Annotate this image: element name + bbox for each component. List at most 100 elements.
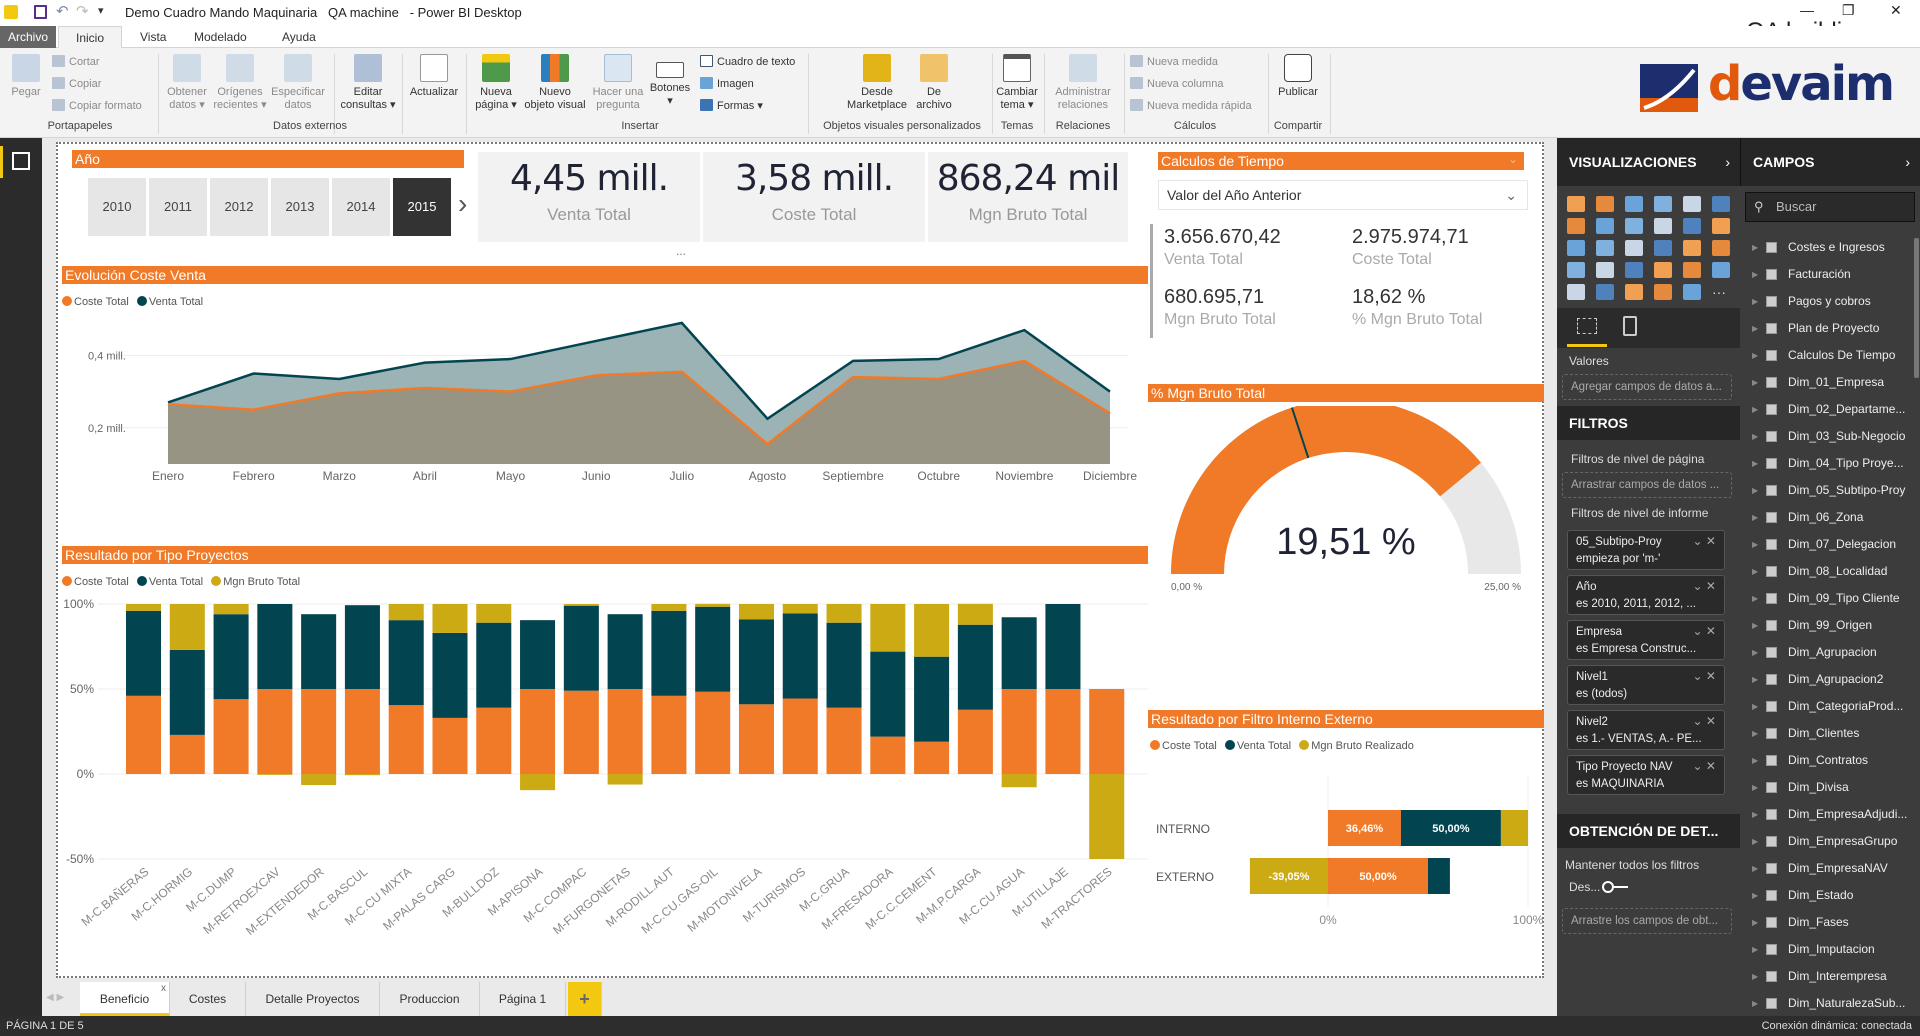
filter-card[interactable]: 05_Subtipo-Proy empieza por 'm-' ⌄ ✕	[1567, 530, 1725, 570]
filter-expand-remove-icon[interactable]: ⌄ ✕	[1693, 533, 1716, 550]
expand-arrow-icon[interactable]: ▶	[1752, 774, 1758, 801]
legend-mgn[interactable]: Mgn Bruto Total	[211, 576, 300, 588]
filter-card[interactable]: Año es 2010, 2011, 2012, ... ⌄ ✕	[1567, 575, 1725, 615]
viz-type-icon[interactable]	[1625, 284, 1643, 300]
enter-data-button[interactable]: Especificar datos	[268, 54, 328, 112]
viz-type-icon[interactable]	[1712, 218, 1730, 234]
field-table-item[interactable]: ▶ Dim_08_Localidad	[1740, 558, 1910, 585]
year-2013[interactable]: 2013	[271, 178, 329, 236]
field-table-item[interactable]: ▶ Dim_02_Departame...	[1740, 396, 1910, 423]
shapes-button[interactable]: Formas ▾	[700, 97, 763, 115]
field-table-item[interactable]: ▶ Dim_05_Subtipo-Proy	[1740, 477, 1910, 504]
field-table-item[interactable]: ▶ Dim_NaturalezaSub...	[1740, 990, 1910, 1017]
viz-type-icon[interactable]	[1625, 262, 1643, 278]
more-options-icon[interactable]: ...	[676, 244, 686, 258]
redo-icon[interactable]: ↷	[76, 2, 89, 20]
viz-type-icon[interactable]	[1596, 284, 1614, 300]
filter-expand-remove-icon[interactable]: ⌄ ✕	[1693, 668, 1716, 685]
textbox-button[interactable]: Cuadro de texto	[700, 53, 795, 71]
viz-type-icon[interactable]	[1567, 218, 1585, 234]
field-table-item[interactable]: ▶ Dim_Contratos	[1740, 747, 1910, 774]
format-paint-roller-icon[interactable]	[1623, 316, 1637, 336]
viz-type-icon[interactable]	[1654, 284, 1672, 300]
expand-arrow-icon[interactable]: ▶	[1752, 639, 1758, 666]
page-tab-detalle[interactable]: Detalle Proyectos	[246, 982, 380, 1016]
viz-type-icon[interactable]	[1567, 196, 1585, 212]
year-2014[interactable]: 2014	[332, 178, 390, 236]
customize-qat-icon[interactable]: ▾	[98, 4, 104, 17]
field-table-item[interactable]: ▶ Dim_Estado	[1740, 882, 1910, 909]
viz-type-icon[interactable]	[1683, 240, 1701, 256]
field-table-item[interactable]: ▶ Dim_99_Origen	[1740, 612, 1910, 639]
tab-archivo[interactable]: Archivo	[0, 26, 56, 48]
legend-mgn[interactable]: Mgn Bruto Realizado	[1299, 740, 1414, 752]
tab-ayuda[interactable]: Ayuda	[272, 26, 326, 48]
filter-card[interactable]: Empresa es Empresa Construc... ⌄ ✕	[1567, 620, 1725, 660]
restore-button[interactable]: ❐	[1842, 2, 1855, 19]
field-table-item[interactable]: ▶ Dim_04_Tipo Proye...	[1740, 450, 1910, 477]
legend-venta[interactable]: Venta Total	[136, 576, 203, 588]
field-table-item[interactable]: ▶ Dim_EmpresaNAV	[1740, 855, 1910, 882]
quick-measure-button[interactable]: Nueva medida rápida	[1130, 97, 1252, 115]
filter-expand-remove-icon[interactable]: ⌄ ✕	[1693, 578, 1716, 595]
recent-sources-button[interactable]: Orígenes recientes ▾	[213, 54, 267, 112]
year-2012[interactable]: 2012	[210, 178, 268, 236]
field-table-item[interactable]: ▶ Costes e Ingresos	[1740, 234, 1910, 261]
from-marketplace-button[interactable]: Desde Marketplace	[840, 54, 914, 112]
paste-button[interactable]: Pegar	[8, 54, 44, 99]
viz-type-icon[interactable]	[1654, 196, 1672, 212]
time-calc-chevron-icon[interactable]: ⌄	[1508, 152, 1518, 166]
viz-type-icon[interactable]	[1596, 218, 1614, 234]
legend-venta[interactable]: Venta Total	[136, 296, 203, 308]
field-table-item[interactable]: ▶ Dim_Fases	[1740, 909, 1910, 936]
field-table-item[interactable]: ▶ Dim_Clientes	[1740, 720, 1910, 747]
filter-card[interactable]: Nivel1 es (todos) ⌄ ✕	[1567, 665, 1725, 705]
expand-arrow-icon[interactable]: ▶	[1752, 855, 1758, 882]
expand-arrow-icon[interactable]: ▶	[1752, 882, 1758, 909]
expand-arrow-icon[interactable]: ▶	[1752, 666, 1758, 693]
filter-card[interactable]: Tipo Proyecto NAV es MAQUINARIA ⌄ ✕	[1567, 755, 1725, 795]
viz-type-icon[interactable]	[1683, 196, 1701, 212]
minimize-button[interactable]: —	[1800, 2, 1814, 18]
page-tab-costes[interactable]: Costes	[170, 982, 246, 1016]
filter-expand-remove-icon[interactable]: ⌄ ✕	[1693, 713, 1716, 730]
field-table-item[interactable]: ▶ Dim_CategoriaProd...	[1740, 693, 1910, 720]
year-2010[interactable]: 2010	[88, 178, 146, 236]
collapse-fields-icon[interactable]: ›	[1905, 138, 1910, 186]
ask-question-button[interactable]: Hacer una pregunta	[590, 54, 646, 112]
legend-coste[interactable]: Coste Total	[62, 296, 129, 308]
field-table-item[interactable]: ▶ Facturación	[1740, 261, 1910, 288]
expand-arrow-icon[interactable]: ▶	[1752, 234, 1758, 261]
field-table-item[interactable]: ▶ Dim_07_Delegacion	[1740, 531, 1910, 558]
viz-type-icon[interactable]	[1567, 240, 1585, 256]
expand-arrow-icon[interactable]: ▶	[1752, 450, 1758, 477]
year-2011[interactable]: 2011	[149, 178, 207, 236]
viz-type-icon[interactable]	[1683, 218, 1701, 234]
edit-queries-button[interactable]: Editar consultas ▾	[338, 54, 398, 112]
format-painter-button[interactable]: Copiar formato	[52, 97, 142, 115]
viz-type-icon[interactable]	[1712, 262, 1730, 278]
field-table-item[interactable]: ▶ Dim_Interempresa	[1740, 963, 1910, 990]
get-data-button[interactable]: Obtener datos ▾	[162, 54, 212, 112]
viz-type-icon[interactable]	[1654, 262, 1672, 278]
filter-card[interactable]: Nivel2 es 1.- VENTAS, A.- PE... ⌄ ✕	[1567, 710, 1725, 750]
expand-arrow-icon[interactable]: ▶	[1752, 261, 1758, 288]
legend-venta[interactable]: Venta Total	[1224, 740, 1291, 752]
expand-arrow-icon[interactable]: ▶	[1752, 396, 1758, 423]
close-tab-icon[interactable]: x	[161, 972, 166, 1006]
expand-arrow-icon[interactable]: ▶	[1752, 801, 1758, 828]
new-page-button[interactable]: Nueva página ▾	[470, 54, 522, 112]
new-measure-button[interactable]: Nueva medida	[1130, 53, 1218, 71]
field-table-item[interactable]: ▶ Pagos y cobros	[1740, 288, 1910, 315]
expand-arrow-icon[interactable]: ▶	[1752, 423, 1758, 450]
viz-type-icon[interactable]	[1596, 240, 1614, 256]
viz-type-icon[interactable]	[1567, 262, 1585, 278]
manage-relationships-button[interactable]: Administrar relaciones	[1050, 54, 1116, 112]
field-table-item[interactable]: ▶ Dim_Divisa	[1740, 774, 1910, 801]
expand-arrow-icon[interactable]: ▶	[1752, 315, 1758, 342]
fields-search-input[interactable]: ⚲ Buscar	[1745, 192, 1915, 222]
viz-type-icon[interactable]: ···	[1712, 284, 1730, 300]
expand-arrow-icon[interactable]: ▶	[1752, 963, 1758, 990]
undo-icon[interactable]: ↶	[56, 2, 69, 20]
page-tab-beneficio[interactable]: Beneficio x	[80, 982, 170, 1016]
